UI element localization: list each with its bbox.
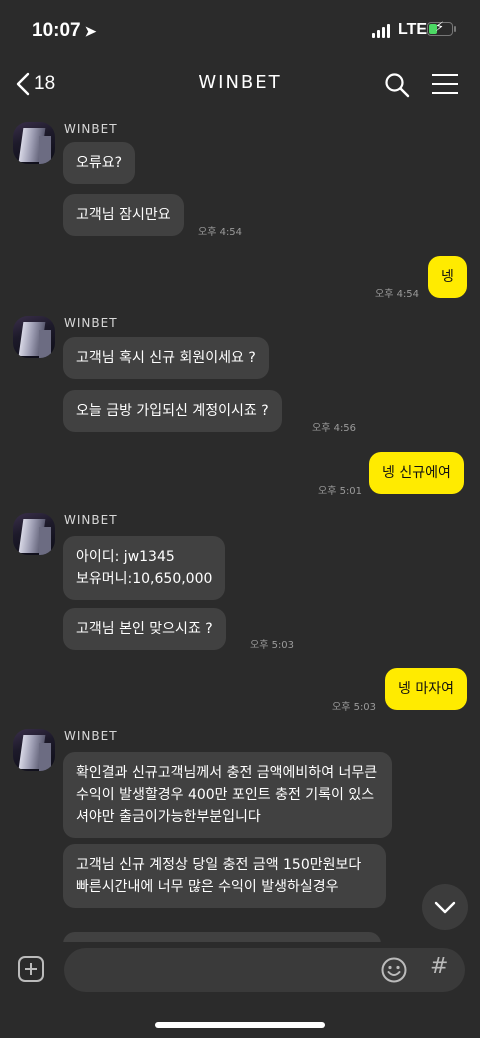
my-message-bubble[interactable]: 넹 마자여: [385, 668, 467, 710]
location-arrow-icon: ➤: [84, 23, 97, 39]
message-time: 오후 5:01: [318, 486, 363, 497]
battery-icon: ⚡: [427, 20, 453, 36]
home-indicator: [155, 1022, 325, 1028]
battery-cap: [454, 26, 456, 32]
message-time: 오후 4:56: [312, 423, 357, 434]
message-bubble[interactable]: 고객님 신규 계정상 당일 충전 금액 150만원보다 빠른시간내에 너무 많은…: [63, 844, 386, 908]
hash-icon[interactable]: #: [430, 954, 448, 979]
sender-name: WINBET: [64, 729, 118, 743]
message-bubble[interactable]: 확인결과 신규고객님께서 충전 금액에비하여 너무큰수익이 발생할경우 400만…: [63, 752, 392, 838]
sender-avatar[interactable]: [13, 316, 55, 358]
message-time: 오후 4:54: [198, 227, 243, 238]
hamburger-menu-icon: [432, 74, 458, 94]
network-type: LTE: [398, 21, 428, 38]
sender-name: WINBET: [64, 513, 118, 527]
message-bubble[interactable]: 오늘 금방 가입되신 계정이시죠 ?: [63, 390, 282, 432]
message-bubble[interactable]: 아이디: jw1345 보유머니:10,650,000: [63, 536, 226, 600]
cellular-signal-icon: [372, 24, 390, 38]
my-message-bubble[interactable]: 넹 신규에여: [369, 452, 464, 494]
search-icon: [385, 73, 410, 98]
sender-name: WINBET: [64, 122, 118, 136]
add-attachment-button[interactable]: [18, 956, 44, 982]
chat-messages[interactable]: WINBET 오류요? 고객님 잠시만요 오후 4:54 오후 4:54 넹 W…: [0, 108, 480, 942]
status-time: 10:07 ➤: [32, 20, 97, 41]
message-time: 오후 5:03: [250, 640, 295, 651]
message-bubble[interactable]: [63, 932, 381, 942]
my-message-bubble[interactable]: 넹: [428, 256, 467, 298]
scroll-to-bottom-button[interactable]: [422, 884, 468, 930]
menu-button[interactable]: [432, 74, 458, 101]
emoji-icon: [381, 957, 407, 983]
sender-avatar[interactable]: [13, 122, 55, 164]
message-line: 아이디: jw1345: [76, 549, 175, 565]
sender-name: WINBET: [64, 316, 118, 330]
message-time: 오후 5:03: [332, 702, 377, 713]
chevron-down-icon: [434, 901, 456, 914]
search-button[interactable]: [384, 72, 410, 102]
chat-header: 18 WINBET: [0, 62, 480, 108]
message-time: 오후 4:54: [375, 289, 420, 300]
message-line: 보유머니:10,650,000: [76, 571, 213, 587]
message-bubble[interactable]: 오류요?: [63, 142, 136, 184]
sender-avatar[interactable]: [13, 729, 55, 771]
status-bar: 10:07 ➤ LTE ⚡: [0, 0, 480, 62]
message-bubble[interactable]: 고객님 혹시 신규 회원이세요 ?: [63, 337, 269, 379]
message-bubble[interactable]: 고객님 잠시만요: [63, 194, 184, 236]
emoji-button[interactable]: [380, 956, 408, 988]
message-bubble[interactable]: 고객님 본인 맞으시죠 ?: [63, 608, 226, 650]
message-input-bar: #: [0, 942, 480, 1038]
sender-avatar[interactable]: [13, 513, 55, 555]
